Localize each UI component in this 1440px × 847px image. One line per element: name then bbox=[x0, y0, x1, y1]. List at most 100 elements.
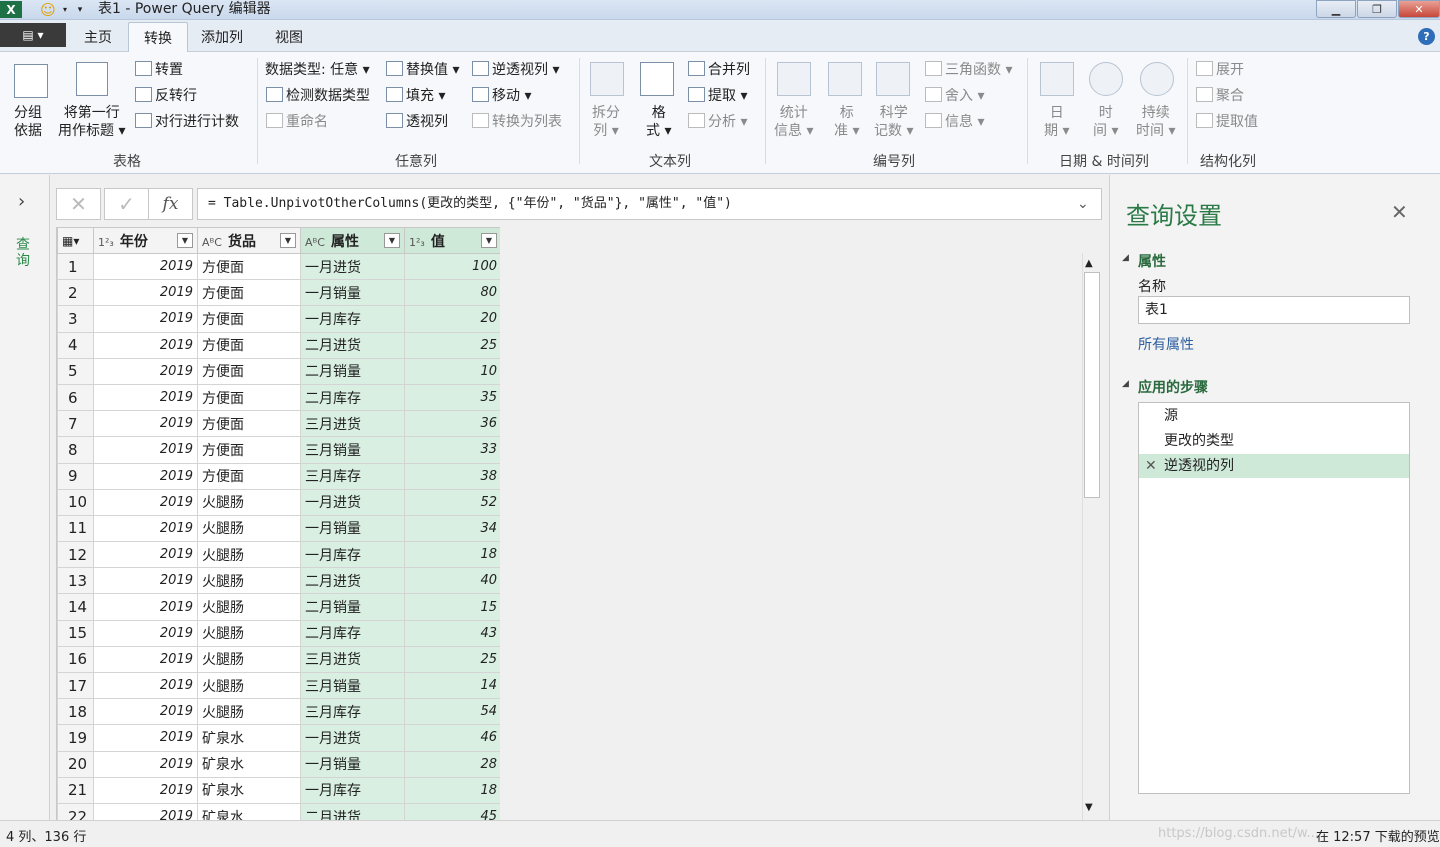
format-button[interactable]: 格 式 ▾ bbox=[646, 104, 671, 140]
cell-value[interactable]: 14 bbox=[404, 671, 500, 700]
cell-value[interactable]: 38 bbox=[404, 462, 500, 490]
cell-goods[interactable]: 方便面 bbox=[197, 462, 301, 490]
tab-view[interactable]: 视图 bbox=[260, 22, 318, 52]
cell-value[interactable]: 100 bbox=[404, 252, 500, 281]
cell-year[interactable]: 2019 bbox=[93, 619, 198, 647]
step-source[interactable]: 源 bbox=[1139, 404, 1409, 428]
cell-year[interactable]: 2019 bbox=[93, 645, 198, 674]
cell-year[interactable]: 2019 bbox=[93, 252, 198, 281]
cell-year[interactable]: 2019 bbox=[93, 305, 198, 333]
cell-attribute[interactable]: 三月库存 bbox=[300, 462, 405, 490]
pivot-column-button[interactable]: 透视列 bbox=[386, 113, 448, 131]
cell-value[interactable]: 25 bbox=[404, 331, 500, 359]
cell-attribute[interactable]: 一月库存 bbox=[300, 541, 405, 569]
file-menu-button[interactable]: ▤ ▾ bbox=[0, 23, 66, 47]
filter-dropdown-icon[interactable]: ▼ bbox=[280, 233, 296, 248]
scroll-up-icon[interactable]: ▲ bbox=[1085, 258, 1093, 269]
standard-button[interactable]: 标 准 ▾ bbox=[834, 104, 859, 140]
tab-transform[interactable]: 转换 bbox=[128, 22, 188, 52]
cell-attribute[interactable]: 三月销量 bbox=[300, 671, 405, 700]
cell-goods[interactable]: 火腿肠 bbox=[197, 698, 301, 726]
cell-goods[interactable]: 矿泉水 bbox=[197, 724, 301, 752]
cell-value[interactable]: 46 bbox=[404, 724, 500, 752]
cell-goods[interactable]: 矿泉水 bbox=[197, 776, 301, 804]
cell-goods[interactable]: 火腿肠 bbox=[197, 671, 301, 700]
merge-columns-button[interactable]: 合并列 bbox=[688, 61, 750, 79]
cell-goods[interactable]: 火腿肠 bbox=[197, 645, 301, 674]
count-rows-button[interactable]: 对行进行计数 bbox=[135, 113, 239, 131]
cell-attribute[interactable]: 三月进货 bbox=[300, 645, 405, 674]
cell-value[interactable]: 40 bbox=[404, 567, 500, 595]
cell-goods[interactable]: 方便面 bbox=[197, 383, 301, 412]
time-button[interactable]: 时 间 ▾ bbox=[1093, 104, 1118, 140]
column-header-attribute[interactable]: AᴮC 属性 ▼ bbox=[300, 227, 405, 254]
delete-step-icon[interactable]: ✕ bbox=[1145, 454, 1157, 478]
all-properties-link[interactable]: 所有属性 bbox=[1138, 334, 1194, 354]
cell-attribute[interactable]: 二月进货 bbox=[300, 802, 405, 820]
move-button[interactable]: 移动 ▾ bbox=[472, 87, 531, 105]
cell-goods[interactable]: 矿泉水 bbox=[197, 750, 301, 778]
unpivot-columns-button[interactable]: 逆透视列 ▾ bbox=[472, 61, 559, 79]
cell-value[interactable]: 45 bbox=[404, 802, 500, 820]
cell-year[interactable]: 2019 bbox=[93, 750, 198, 778]
column-header-value[interactable]: 1²₃ 值 ▼ bbox=[404, 227, 500, 254]
filter-dropdown-icon[interactable]: ▼ bbox=[481, 233, 497, 248]
cell-attribute[interactable]: 二月库存 bbox=[300, 383, 405, 412]
cell-attribute[interactable]: 二月销量 bbox=[300, 593, 405, 621]
cell-year[interactable]: 2019 bbox=[93, 698, 198, 726]
cell-value[interactable]: 80 bbox=[404, 279, 500, 307]
cell-year[interactable]: 2019 bbox=[93, 436, 198, 464]
text-type-icon[interactable]: AᴮC bbox=[305, 236, 325, 249]
expand-button[interactable]: 展开 bbox=[1196, 61, 1244, 79]
trigonometry-button[interactable]: 三角函数 ▾ bbox=[925, 61, 1012, 79]
cell-year[interactable]: 2019 bbox=[93, 357, 198, 385]
parse-button[interactable]: 分析 ▾ bbox=[688, 113, 747, 131]
aggregate-button[interactable]: 聚合 bbox=[1196, 87, 1244, 105]
cell-year[interactable]: 2019 bbox=[93, 383, 198, 412]
cell-goods[interactable]: 矿泉水 bbox=[197, 802, 301, 820]
cell-attribute[interactable]: 二月进货 bbox=[300, 567, 405, 595]
cell-year[interactable]: 2019 bbox=[93, 541, 198, 569]
reverse-rows-button[interactable]: 反转行 bbox=[135, 87, 197, 105]
duration-button[interactable]: 持续 时间 ▾ bbox=[1136, 104, 1175, 140]
cell-year[interactable]: 2019 bbox=[93, 724, 198, 752]
cell-year[interactable]: 2019 bbox=[93, 776, 198, 804]
information-button[interactable]: 信息 ▾ bbox=[925, 113, 984, 131]
quick-access-customize-icon[interactable]: ▾ bbox=[74, 1, 86, 18]
table-corner-menu[interactable]: ▦▾ bbox=[57, 227, 94, 254]
detect-data-type-button[interactable]: 检测数据类型 bbox=[266, 87, 370, 105]
cell-value[interactable]: 34 bbox=[404, 514, 500, 543]
formula-confirm-icon[interactable]: ✓ bbox=[104, 188, 149, 220]
restore-button[interactable]: ❐ bbox=[1357, 0, 1397, 18]
fill-button[interactable]: 填充 ▾ bbox=[386, 87, 445, 105]
date-button[interactable]: 日 期 ▾ bbox=[1044, 104, 1069, 140]
cell-attribute[interactable]: 一月进货 bbox=[300, 252, 405, 281]
step-unpivoted-columns[interactable]: ✕ 逆透视的列 bbox=[1139, 454, 1409, 478]
cell-value[interactable]: 43 bbox=[404, 619, 500, 647]
step-changed-type[interactable]: 更改的类型 bbox=[1139, 429, 1409, 453]
cell-year[interactable]: 2019 bbox=[93, 462, 198, 490]
text-type-icon[interactable]: AᴮC bbox=[202, 236, 222, 249]
smiley-feedback-icon[interactable]: ☺ bbox=[38, 1, 58, 19]
column-header-year[interactable]: 1²₃ 年份 ▼ bbox=[93, 227, 198, 254]
cell-goods[interactable]: 方便面 bbox=[197, 357, 301, 385]
help-icon[interactable]: ? bbox=[1418, 28, 1435, 45]
convert-to-list-button[interactable]: 转换为列表 bbox=[472, 113, 562, 131]
cell-value[interactable]: 52 bbox=[404, 488, 500, 516]
cell-goods[interactable]: 方便面 bbox=[197, 436, 301, 464]
cell-attribute[interactable]: 一月库存 bbox=[300, 776, 405, 804]
collapse-triangle-icon[interactable]: ◢ bbox=[1122, 379, 1129, 389]
cell-attribute[interactable]: 一月进货 bbox=[300, 724, 405, 752]
scroll-down-icon[interactable]: ▼ bbox=[1085, 802, 1093, 813]
use-first-row-as-headers-button[interactable]: 将第一行 用作标题 ▾ bbox=[58, 104, 125, 140]
transpose-button[interactable]: 转置 bbox=[135, 61, 183, 79]
number-type-icon[interactable]: 1²₃ bbox=[409, 236, 425, 249]
cell-goods[interactable]: 方便面 bbox=[197, 331, 301, 359]
rename-button[interactable]: 重命名 bbox=[266, 113, 328, 131]
cell-value[interactable]: 10 bbox=[404, 357, 500, 385]
cell-goods[interactable]: 火腿肠 bbox=[197, 619, 301, 647]
scientific-button[interactable]: 科学 记数 ▾ bbox=[874, 104, 913, 140]
cell-attribute[interactable]: 三月库存 bbox=[300, 698, 405, 726]
cell-goods[interactable]: 方便面 bbox=[197, 410, 301, 438]
scrollbar-thumb[interactable] bbox=[1084, 272, 1100, 498]
